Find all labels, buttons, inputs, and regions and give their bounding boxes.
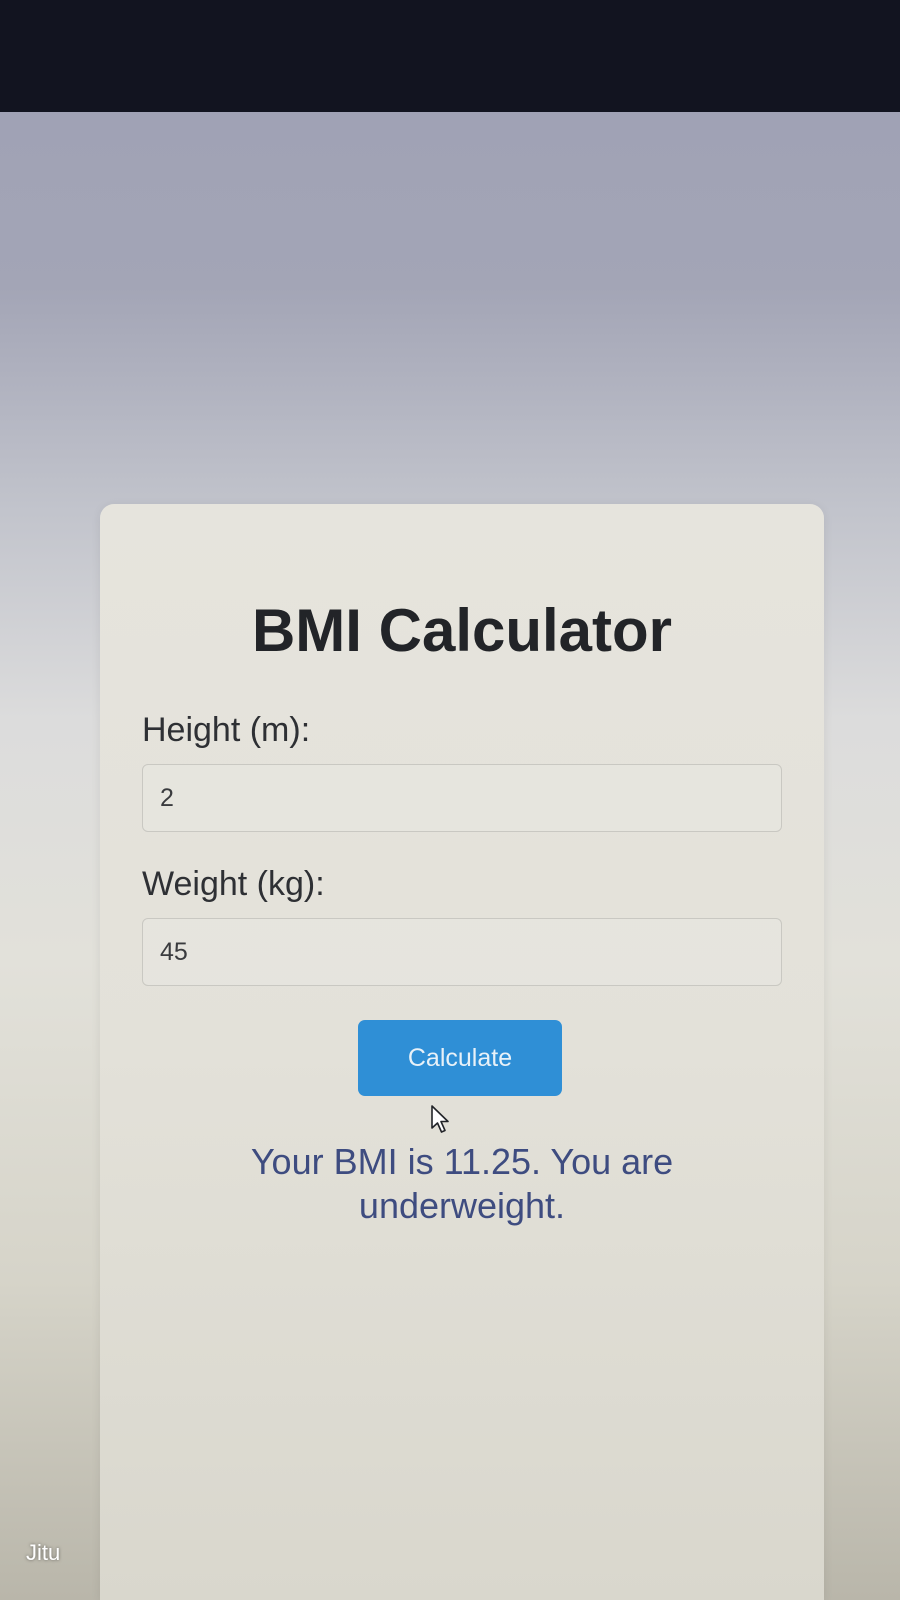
calculate-button[interactable]: Calculate [358,1020,562,1096]
bmi-calculator-card: BMI Calculator Height (m): 2 Weight (kg)… [100,504,824,1600]
mouse-pointer-icon [431,1105,449,1133]
bmi-result-text: Your BMI is 11.25. You are underweight. [250,1141,674,1226]
monitor-bezel [0,0,900,112]
height-label: Height (m): [142,711,311,749]
weight-input-value: 45 [160,938,188,966]
height-input-value: 2 [160,784,174,812]
weight-label: Weight (kg): [142,865,325,903]
height-input[interactable]: 2 [142,764,782,832]
photo-watermark: Jitu [26,1540,61,1565]
page-title: BMI Calculator [251,597,673,664]
weight-input[interactable]: 45 [142,918,782,986]
